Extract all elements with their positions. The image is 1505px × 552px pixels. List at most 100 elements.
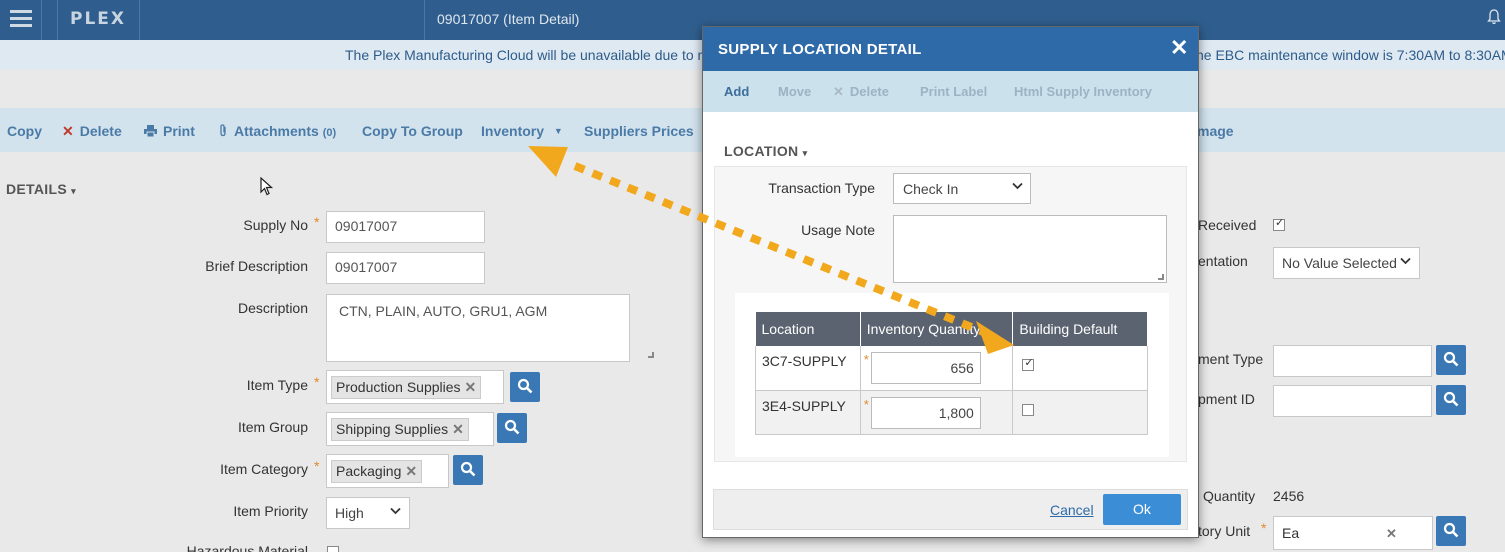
- chevron-down-icon: [1012, 182, 1023, 190]
- hazardous-material-checkbox[interactable]: [327, 546, 339, 552]
- item-category-search-button[interactable]: [453, 455, 483, 485]
- location-heading-label: LOCATION: [724, 143, 799, 159]
- html-supply-inventory-button[interactable]: Html Supply Inventory: [1014, 84, 1152, 99]
- item-type-value: Production Supplies: [336, 379, 461, 395]
- remove-tag-icon[interactable]: ✕: [465, 379, 477, 395]
- menu-icon[interactable]: [0, 0, 42, 40]
- column-header-location[interactable]: Location: [755, 312, 861, 346]
- received-label: Received: [1198, 217, 1257, 233]
- search-icon: [504, 419, 520, 435]
- documentation-select[interactable]: No Value Selected: [1273, 247, 1420, 279]
- resize-handle-icon[interactable]: [648, 352, 654, 358]
- inventory-menu[interactable]: Inventory ▼: [481, 123, 563, 139]
- chevron-down-icon: [390, 507, 401, 515]
- banner-text-left: The Plex Manufacturing Cloud will be una…: [345, 47, 717, 63]
- transaction-type-select[interactable]: Check In: [893, 173, 1031, 204]
- printer-icon: [144, 125, 157, 138]
- image-button[interactable]: mage: [1197, 123, 1234, 139]
- remove-tag-icon[interactable]: ✕: [452, 421, 464, 437]
- item-category-value: Packaging: [336, 463, 402, 479]
- delete-button[interactable]: ✕ Delete: [62, 123, 122, 140]
- inventory-label: Inventory: [481, 123, 545, 139]
- search-icon: [460, 461, 476, 477]
- attachments-label: Attachments: [234, 123, 319, 139]
- brief-description-field[interactable]: 09017007: [326, 252, 485, 284]
- caret-down-icon: ▼: [553, 126, 563, 136]
- column-header-inventory-quantity[interactable]: Inventory Quantity: [860, 312, 1014, 346]
- shipment-type-search-button[interactable]: [1436, 345, 1466, 375]
- attachments-count: (0): [322, 127, 337, 139]
- shipment-id-label: pment ID: [1198, 391, 1255, 407]
- received-checkbox[interactable]: [1273, 216, 1285, 231]
- quantity-input[interactable]: 1,800: [870, 396, 981, 429]
- copy-button[interactable]: Copy: [7, 123, 42, 139]
- supply-no-field[interactable]: 09017007: [326, 211, 485, 243]
- inventory-unit-search-button[interactable]: [1436, 516, 1466, 546]
- quantity-cell: * 656: [859, 346, 1014, 391]
- page-title: 09017007 (Item Detail): [437, 11, 580, 27]
- location-heading[interactable]: LOCATION ▾: [724, 143, 808, 159]
- description-label: Description: [237, 300, 308, 316]
- cancel-link[interactable]: Cancel: [1050, 502, 1094, 518]
- table-row[interactable]: 3C7-SUPPLY * 656: [755, 346, 1148, 391]
- documentation-label: entation: [1198, 253, 1248, 269]
- item-category-picker[interactable]: Packaging ✕: [326, 454, 449, 488]
- item-category-tag: Packaging ✕: [331, 460, 423, 483]
- description-text: CTN, PLAIN, AUTO, GRU1, AGM: [339, 303, 548, 319]
- item-group-search-button[interactable]: [497, 413, 527, 443]
- move-button[interactable]: Move: [778, 84, 811, 99]
- item-group-label: Item Group: [237, 419, 308, 435]
- shipment-id-search-button[interactable]: [1436, 385, 1466, 415]
- logo-container[interactable]: PLEX: [57, 0, 140, 40]
- mouse-cursor-icon: [260, 177, 273, 196]
- building-default-cell: [1012, 390, 1148, 435]
- dialog-footer: Cancel Ok: [713, 489, 1188, 530]
- ok-button[interactable]: Ok: [1103, 494, 1181, 525]
- item-type-picker[interactable]: Production Supplies ✕: [326, 370, 504, 404]
- copy-to-group-button[interactable]: Copy To Group: [362, 123, 463, 139]
- required-star: *: [314, 374, 320, 390]
- required-star: *: [314, 214, 320, 230]
- location-cell: 3E4-SUPPLY: [755, 390, 861, 435]
- usage-note-textarea[interactable]: [893, 215, 1167, 283]
- description-textarea[interactable]: CTN, PLAIN, AUTO, GRU1, AGM: [326, 294, 630, 362]
- header-divider: [424, 0, 425, 40]
- search-icon: [1443, 522, 1459, 538]
- suppliers-prices-button[interactable]: Suppliers Prices: [584, 123, 694, 139]
- inventory-unit-picker[interactable]: Ea ✕: [1273, 516, 1433, 550]
- required-star: *: [1261, 520, 1267, 536]
- remove-tag-icon[interactable]: ✕: [405, 463, 417, 479]
- building-default-cell: [1012, 346, 1148, 391]
- transaction-type-value: Check In: [903, 181, 959, 197]
- item-priority-select[interactable]: High: [326, 497, 410, 529]
- attachments-button[interactable]: Attachments (0): [218, 123, 336, 139]
- item-group-picker[interactable]: Shipping Supplies ✕: [326, 412, 494, 446]
- column-header-building-default[interactable]: Building Default: [1012, 312, 1148, 346]
- search-icon: [1443, 351, 1459, 367]
- building-default-checkbox[interactable]: [1022, 356, 1035, 371]
- caret-down-icon: ▾: [71, 186, 76, 196]
- location-grid-panel: Location Inventory Quantity Building Def…: [735, 293, 1169, 457]
- delete-button[interactable]: ✕ Delete: [833, 84, 889, 100]
- print-button[interactable]: Print: [144, 123, 195, 139]
- item-category-label: Item Category: [220, 461, 308, 477]
- resize-handle-icon[interactable]: [1158, 274, 1164, 280]
- item-type-search-button[interactable]: [510, 372, 540, 402]
- details-heading[interactable]: DETAILS ▾: [6, 181, 76, 197]
- building-default-checkbox[interactable]: [1022, 403, 1035, 416]
- bell-icon[interactable]: [1487, 9, 1501, 25]
- shipment-type-field[interactable]: [1273, 345, 1432, 377]
- quantity-value: 2456: [1273, 488, 1305, 504]
- quantity-input[interactable]: 656: [870, 352, 981, 384]
- table-row[interactable]: 3E4-SUPPLY * 1,800: [755, 390, 1148, 435]
- inventory-unit-value: Ea: [1282, 525, 1300, 541]
- print-label-button[interactable]: Print Label: [920, 84, 987, 99]
- remove-tag-icon[interactable]: ✕: [1386, 526, 1397, 542]
- close-icon[interactable]: ✕: [1170, 35, 1188, 61]
- shipment-id-field[interactable]: [1273, 385, 1432, 417]
- brief-description-label: Brief Description: [205, 258, 308, 274]
- usage-note-label: Usage Note: [801, 222, 875, 238]
- add-button[interactable]: Add: [724, 84, 749, 99]
- required-star: *: [314, 458, 320, 474]
- item-priority-value: High: [335, 505, 364, 521]
